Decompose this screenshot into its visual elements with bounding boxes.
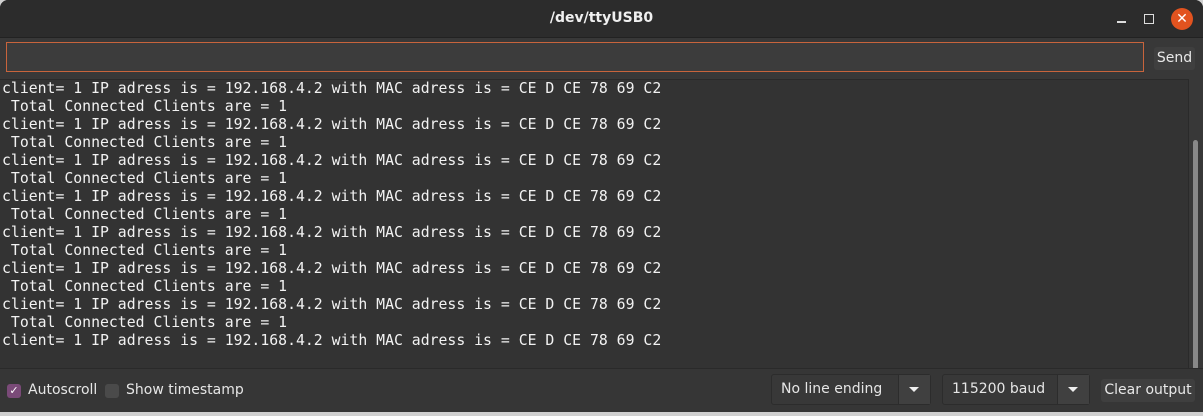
- minimize-icon[interactable]: [1110, 8, 1132, 30]
- send-button[interactable]: Send: [1154, 47, 1195, 70]
- output-line: client= 1 IP adress is = 192.168.4.2 wit…: [2, 188, 662, 205]
- output-line: client= 1 IP adress is = 192.168.4.2 wit…: [2, 260, 662, 277]
- output-line: Total Connected Clients are = 1: [2, 278, 288, 295]
- baud-rate-select[interactable]: 115200 baud: [942, 374, 1090, 405]
- output-line: client= 1 IP adress is = 192.168.4.2 wit…: [2, 296, 662, 313]
- baud-rate-value: 115200 baud: [952, 381, 1046, 397]
- show-timestamp-checkbox[interactable]: [105, 384, 119, 398]
- chevron-down-icon[interactable]: [898, 375, 930, 404]
- output-line: client= 1 IP adress is = 192.168.4.2 wit…: [2, 332, 662, 349]
- clear-output-button[interactable]: Clear output: [1101, 379, 1195, 402]
- output-line: client= 1 IP adress is = 192.168.4.2 wit…: [2, 152, 662, 169]
- maximize-icon[interactable]: [1138, 8, 1160, 30]
- chevron-down-icon[interactable]: [1057, 375, 1089, 404]
- output-line: client= 1 IP adress is = 192.168.4.2 wit…: [2, 224, 662, 241]
- output-line: Total Connected Clients are = 1: [2, 170, 288, 187]
- serial-monitor-window: /dev/ttyUSB0 ✕ Send client= 1 IP adress …: [0, 0, 1203, 412]
- output-line: client= 1 IP adress is = 192.168.4.2 wit…: [2, 80, 662, 97]
- serial-output: client= 1 IP adress is = 192.168.4.2 wit…: [0, 79, 1189, 369]
- serial-input[interactable]: [6, 42, 1144, 72]
- output-line: Total Connected Clients are = 1: [2, 98, 288, 115]
- autoscroll-checkbox[interactable]: ✓: [7, 384, 21, 398]
- autoscroll-label: Autoscroll: [28, 382, 98, 398]
- footer-bar: ✓ Autoscroll Show timestamp No line endi…: [0, 368, 1203, 412]
- line-ending-value: No line ending: [781, 381, 883, 397]
- scrollbar[interactable]: [1193, 140, 1198, 370]
- title-bar: /dev/ttyUSB0 ✕: [0, 0, 1203, 38]
- output-line: Total Connected Clients are = 1: [2, 134, 288, 151]
- output-line: Total Connected Clients are = 1: [2, 242, 288, 259]
- window-title: /dev/ttyUSB0: [549, 10, 654, 26]
- output-line: Total Connected Clients are = 1: [2, 314, 288, 331]
- close-icon[interactable]: ✕: [1171, 8, 1193, 30]
- output-line: client= 1 IP adress is = 192.168.4.2 wit…: [2, 116, 662, 133]
- line-ending-select[interactable]: No line ending: [771, 374, 931, 405]
- show-timestamp-label: Show timestamp: [126, 382, 244, 398]
- output-line: Total Connected Clients are = 1: [2, 206, 288, 223]
